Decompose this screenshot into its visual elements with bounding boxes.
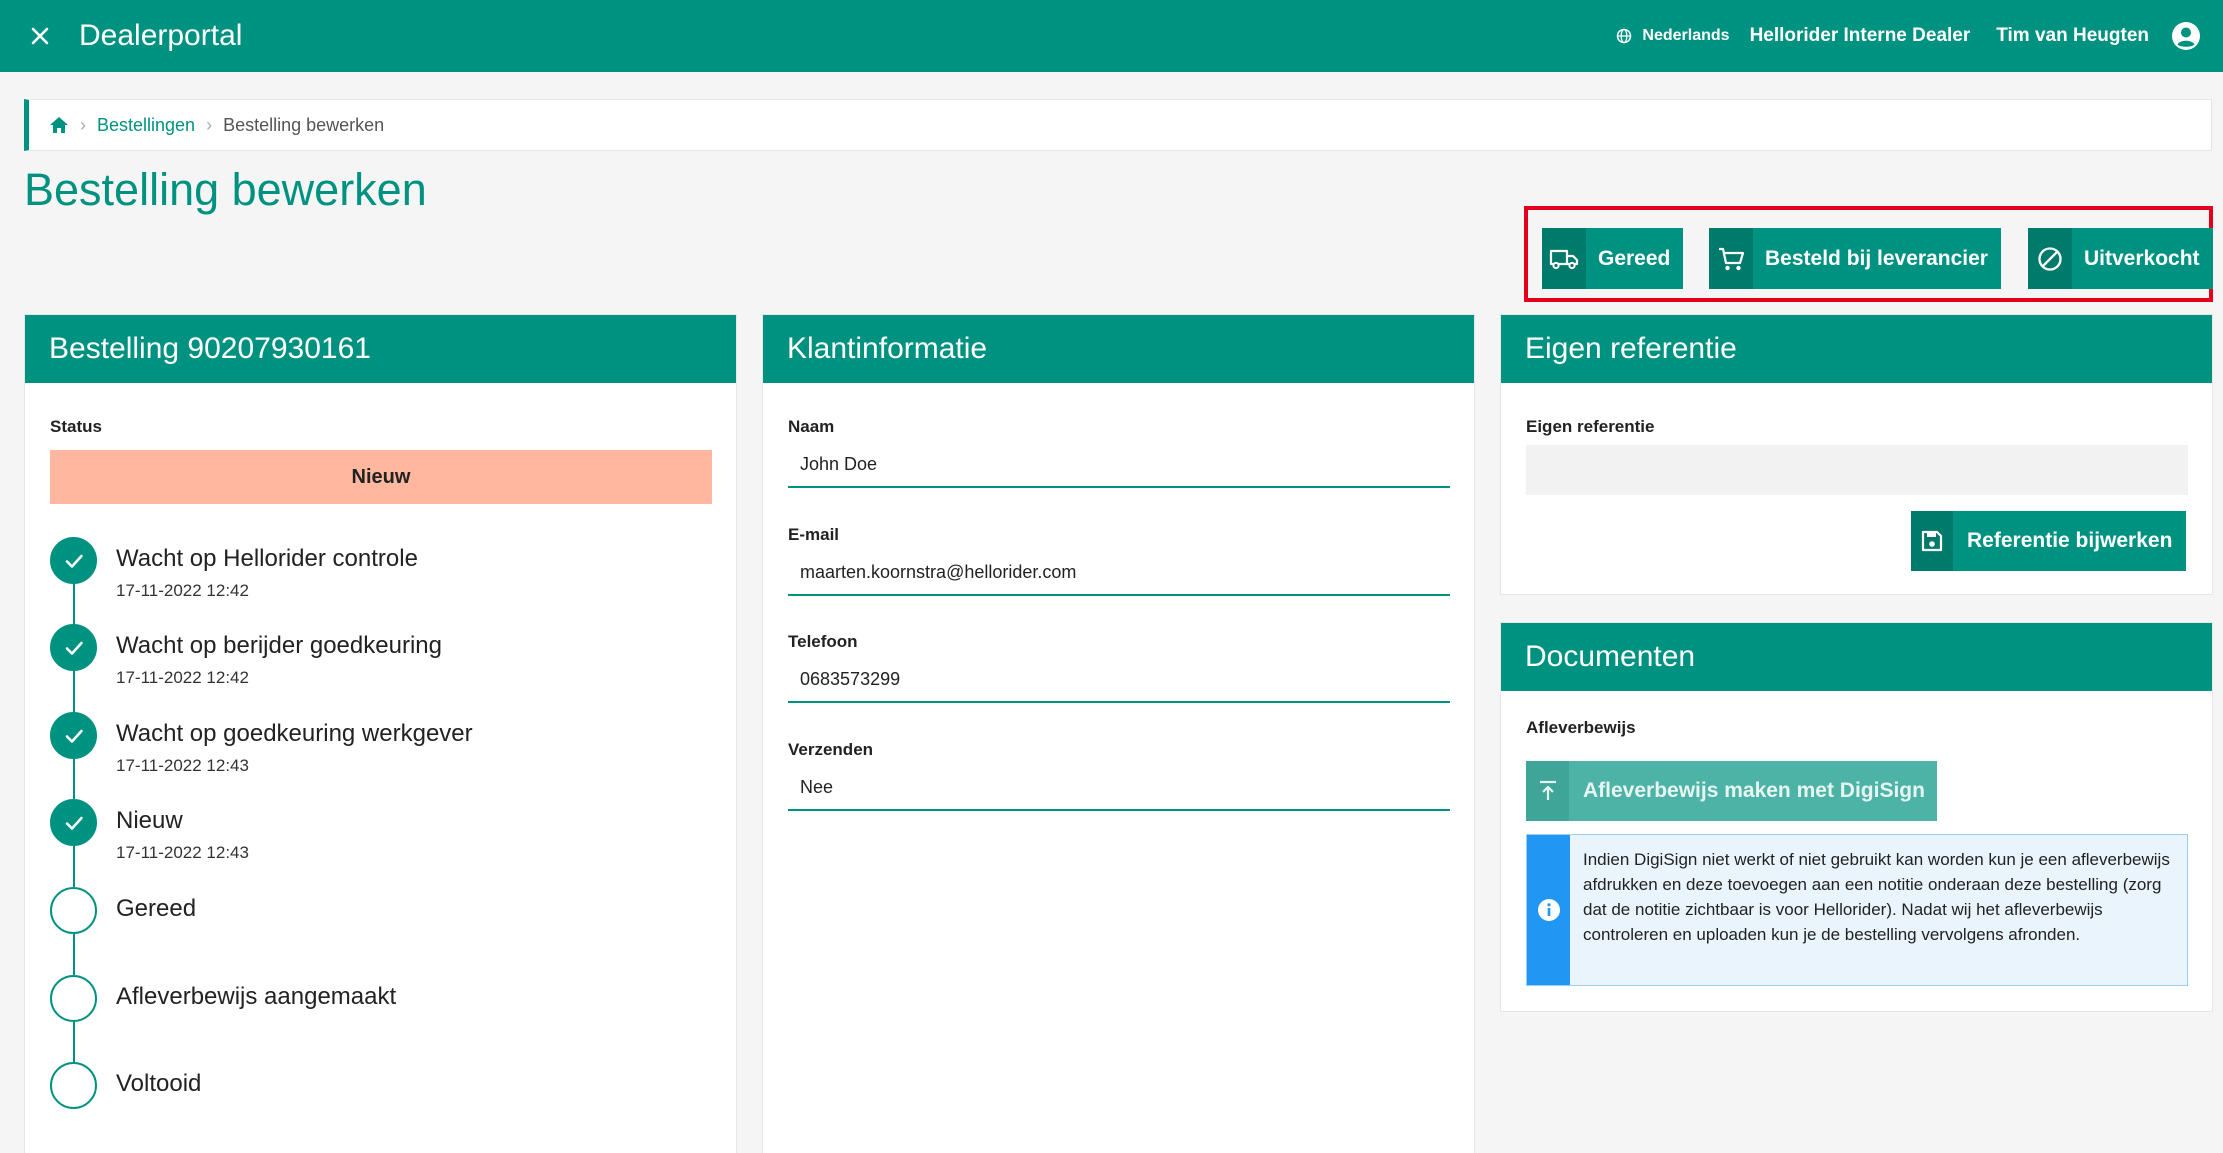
step-title: Voltooid (116, 1070, 202, 1097)
step-title: Wacht op Hellorider controle (116, 545, 418, 572)
email-label: E-mail (788, 525, 840, 544)
breadcrumb-orders-link[interactable]: Bestellingen (97, 115, 195, 136)
documents-card-heading: Documenten (1501, 623, 2212, 691)
reference-label: Eigen referentie (1526, 417, 1655, 436)
customer-card-heading: Klantinformatie (763, 315, 1474, 383)
step-title: Nieuw (116, 807, 183, 834)
step-date: 17-11-2022 12:42 (116, 668, 249, 687)
info-icon (1527, 835, 1570, 985)
ready-button[interactable]: Gereed (1542, 228, 1684, 289)
upload-icon (1526, 761, 1569, 821)
ordered-at-supplier-button[interactable]: Besteld bij leverancier (1709, 228, 2001, 289)
save-icon (1911, 511, 1953, 571)
update-reference-button[interactable]: Referentie bijwerken (1911, 511, 2187, 571)
chevron-right-icon: › (206, 114, 213, 135)
step-empty-circle-icon (50, 975, 97, 1022)
phone-field[interactable]: 0683573299 (788, 657, 1450, 703)
info-text: Indien DigiSign niet werkt of niet gebru… (1583, 850, 2170, 944)
breadcrumb-current: Bestelling bewerken (223, 114, 385, 135)
customer-card: Klantinformatie Naam John Doe E-mail maa… (762, 314, 1475, 1153)
order-card-heading: Bestelling 90207930161 (25, 315, 736, 383)
documents-card: Documenten Afleverbewijs Afleverbewijs m… (1500, 622, 2213, 1012)
shipping-field[interactable]: Nee (788, 765, 1450, 811)
order-card: Bestelling 90207930161 Status Nieuw Wach… (24, 314, 737, 1153)
step-date: 17-11-2022 12:43 (116, 843, 249, 862)
account-circle-icon[interactable] (2171, 21, 2201, 51)
status-badge: Nieuw (50, 450, 712, 504)
top-bar: Dealerportal Nederlands Hellorider Inter… (0, 0, 2223, 72)
update-reference-label: Referentie bijwerken (1967, 529, 2173, 552)
block-icon (2028, 228, 2072, 289)
chevron-right-icon: › (80, 114, 86, 135)
step-date: 17-11-2022 12:42 (116, 581, 249, 600)
step-date: 17-11-2022 12:43 (116, 756, 249, 775)
step-title: Wacht op goedkeuring werkgever (116, 720, 473, 747)
step-check-icon (50, 537, 97, 584)
breadcrumb: › Bestellingen › Bestelling bewerken (24, 99, 2212, 151)
globe-icon (1617, 28, 1632, 44)
truck-icon (1542, 228, 1586, 289)
step-empty-circle-icon (50, 887, 97, 934)
ready-button-label: Gereed (1598, 246, 1671, 270)
shipping-label: Verzenden (788, 740, 874, 759)
info-alert: Indien DigiSign niet werkt of niet gebru… (1526, 834, 2188, 986)
home-icon[interactable] (49, 116, 69, 134)
delivery-proof-label: Afleverbewijs (1526, 718, 1636, 737)
sold-out-button[interactable]: Uitverkocht (2028, 228, 2213, 289)
step-title: Wacht op berijder goedkeuring (116, 632, 442, 659)
digisign-button[interactable]: Afleverbewijs maken met DigiSign (1526, 761, 1937, 821)
step-title: Afleverbewijs aangemaakt (116, 983, 397, 1010)
status-label: Status (50, 417, 102, 436)
top-bar-right: Nederlands Hellorider Interne Dealer Tim… (1616, 18, 2201, 54)
step-check-icon (50, 799, 97, 846)
reference-card-heading: Eigen referentie (1501, 315, 2212, 383)
cart-icon (1709, 228, 1753, 289)
digisign-button-label: Afleverbewijs maken met DigiSign (1583, 779, 1925, 802)
step-check-icon (50, 712, 97, 759)
ordered-button-label: Besteld bij leverancier (1765, 246, 1988, 270)
step-title: Gereed (116, 895, 197, 922)
step-check-icon (50, 624, 97, 671)
name-field[interactable]: John Doe (788, 442, 1450, 488)
language-selector[interactable]: Nederlands (1616, 27, 1730, 45)
app-title: Dealerportal (79, 19, 243, 52)
close-icon[interactable] (24, 18, 56, 54)
phone-label: Telefoon (788, 632, 858, 651)
user-name[interactable]: Tim van Heugten (1996, 25, 2149, 47)
step-empty-circle-icon (50, 1062, 97, 1109)
reference-input[interactable] (1526, 445, 2188, 495)
name-label: Naam (788, 417, 835, 436)
sold-out-button-label: Uitverkocht (2084, 246, 2200, 270)
page-title: Bestelling bewerken (24, 164, 427, 215)
language-label: Nederlands (1642, 27, 1730, 44)
reference-card: Eigen referentie Eigen referentie Refere… (1500, 314, 2213, 595)
email-field[interactable]: maarten.koornstra@hellorider.com (788, 550, 1450, 596)
dealer-name[interactable]: Hellorider Interne Dealer (1750, 25, 1971, 47)
